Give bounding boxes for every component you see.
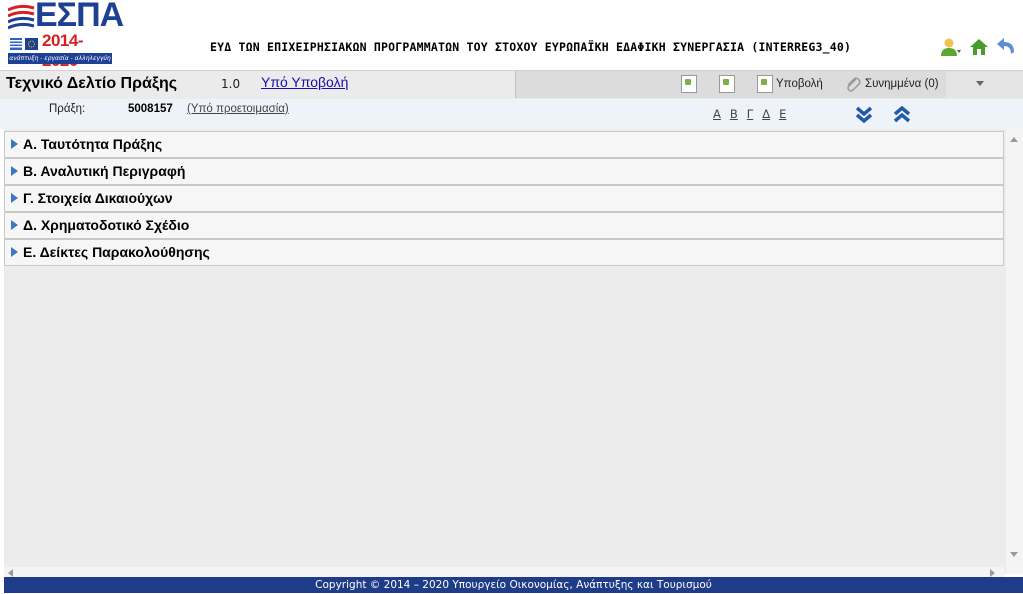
expand-arrow-icon xyxy=(11,166,18,176)
section-index: Α Β Γ Δ Ε xyxy=(713,107,786,121)
scroll-down-icon[interactable] xyxy=(1010,552,1018,557)
scroll-up-icon[interactable] xyxy=(1010,137,1018,142)
section-link-e[interactable]: Ε xyxy=(779,107,786,121)
section-description[interactable]: Β. Αναλυτική Περιγραφή xyxy=(4,158,1004,185)
section-link-g[interactable]: Γ xyxy=(747,107,753,121)
attachments-button[interactable]: Συνημμένα (0) xyxy=(844,75,939,93)
expand-arrow-icon xyxy=(11,220,18,230)
logout-icon[interactable] xyxy=(996,36,1018,58)
status-link[interactable]: Υπό Υποβολή xyxy=(261,74,348,90)
vertical-scrollbar[interactable] xyxy=(1006,129,1023,574)
scroll-left-icon[interactable] xyxy=(8,569,13,577)
section-link-b[interactable]: Β xyxy=(730,107,738,121)
chevron-down-icon xyxy=(976,81,984,86)
header-actions xyxy=(940,36,1018,58)
toolbar-actions: Υποβολή Συνημμένα (0) xyxy=(515,71,946,98)
collapse-all-icon[interactable] xyxy=(892,105,912,125)
broken-image-icon xyxy=(681,75,697,93)
info-row: Πράξη: 5008157 (Υπό προετοιμασία) Α Β Γ … xyxy=(0,99,1023,129)
submit-label: Υποβολή xyxy=(776,78,823,90)
section-label: Γ. Στοιχεία Δικαιούχων xyxy=(23,190,173,206)
project-code: 5008157 xyxy=(128,103,173,115)
scroll-right-icon[interactable] xyxy=(990,569,995,577)
project-stage-link[interactable]: (Υπό προετοιμασία) xyxy=(187,103,289,115)
expand-arrow-icon xyxy=(11,193,18,203)
section-label: Ε. Δείκτες Παρακολούθησης xyxy=(23,244,210,260)
expand-all-icon[interactable] xyxy=(854,105,874,125)
project-label: Πράξη: xyxy=(49,103,86,115)
broken-image-icon xyxy=(757,75,773,93)
section-label: Β. Αναλυτική Περιγραφή xyxy=(23,163,186,179)
version-label: 1.0 xyxy=(221,77,241,91)
page-title: Τεχνικό Δελτίο Πράξης xyxy=(6,75,178,92)
flags-icon xyxy=(10,38,38,50)
paperclip-icon xyxy=(847,77,861,92)
toolbar-image-button-1[interactable] xyxy=(681,75,697,93)
section-indicators[interactable]: Ε. Δείκτες Παρακολούθησης xyxy=(4,239,1004,266)
toolbar-image-button-2[interactable] xyxy=(719,75,735,93)
attachments-label: Συνημμένα (0) xyxy=(865,78,939,90)
section-label: Δ. Χρηματοδοτικό Σχέδιο xyxy=(23,217,190,233)
logo-motto: ανάπτυξη - εργασία - αλληλεγγύη xyxy=(8,53,112,64)
section-link-a[interactable]: Α xyxy=(713,107,721,121)
broken-image-icon xyxy=(719,75,735,93)
submit-button[interactable]: Υποβολή xyxy=(757,75,823,93)
logo-brand: ΕΣΠΑ xyxy=(35,0,124,34)
horizontal-scrollbar[interactable] xyxy=(4,567,1004,577)
organization-title: ΕΥΔ ΤΩΝ ΕΠΙΧΕΙΡΗΣΙΑΚΩΝ ΠΡΟΓΡΑΜΜΑΤΩΝ ΤΟΥ … xyxy=(210,40,852,54)
expand-arrow-icon xyxy=(11,247,18,257)
espa-logo: ΕΣΠΑ 2014-2020 ανάπτυξη - εργασία - αλλη… xyxy=(8,0,124,70)
main-content: Α. Ταυτότητα Πράξης Β. Αναλυτική Περιγρα… xyxy=(4,129,1006,574)
toolbar-dropdown[interactable] xyxy=(946,71,1023,98)
section-link-d[interactable]: Δ xyxy=(762,107,770,121)
section-label: Α. Ταυτότητα Πράξης xyxy=(23,136,163,152)
logo-years: 2014-2020 xyxy=(42,31,83,70)
section-financial-plan[interactable]: Δ. Χρηματοδοτικό Σχέδιο xyxy=(4,212,1004,239)
footer: Copyright © 2014 – 2020 Υπουργείο Οικονο… xyxy=(4,577,1023,593)
expand-arrow-icon xyxy=(11,139,18,149)
header: ΕΣΠΑ 2014-2020 ανάπτυξη - εργασία - αλλη… xyxy=(0,0,1023,70)
toolbar: Τεχνικό Δελτίο Πράξης 1.0 Υπό Υποβολή Υπ… xyxy=(0,70,1023,100)
home-icon[interactable] xyxy=(968,36,990,58)
section-identity[interactable]: Α. Ταυτότητα Πράξης xyxy=(4,131,1004,158)
section-beneficiaries[interactable]: Γ. Στοιχεία Δικαιούχων xyxy=(4,185,1004,212)
user-icon[interactable] xyxy=(940,36,962,58)
